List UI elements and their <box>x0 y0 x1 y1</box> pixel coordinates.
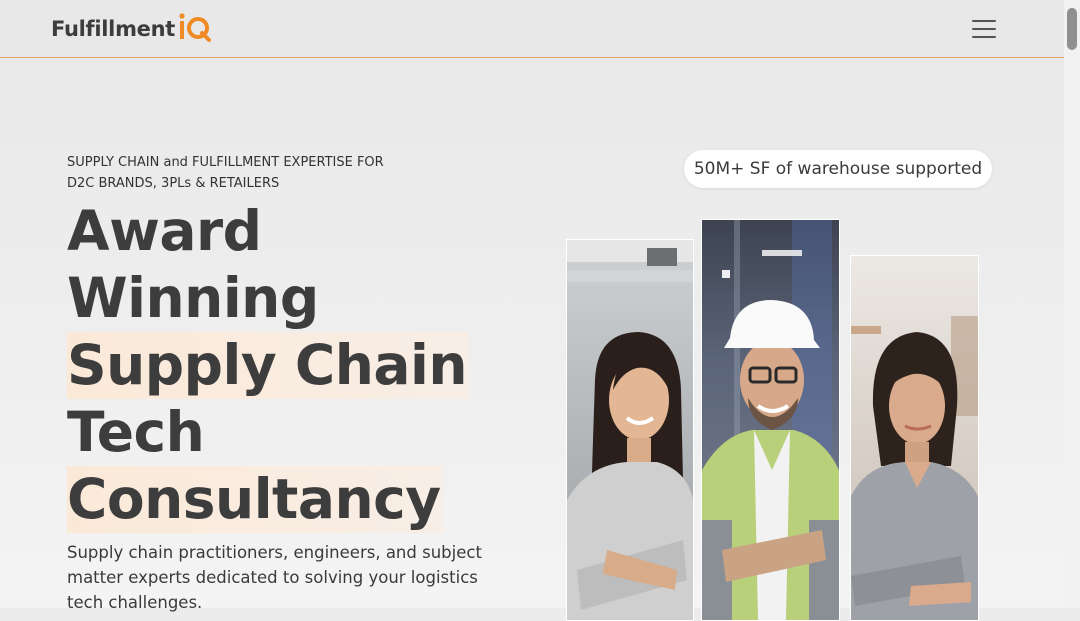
hero-section: SUPPLY CHAIN and FULFILLMENT EXPERTISE F… <box>0 58 1064 621</box>
photo-man-hard-hat <box>701 219 840 621</box>
photo-woman-short-hair <box>850 255 979 621</box>
hero-subtitle: Supply chain practitioners, engineers, a… <box>67 543 482 612</box>
headline-line-5: Consultancy <box>67 466 443 533</box>
page-scrollbar[interactable] <box>1064 0 1080 608</box>
eyebrow-line-2: D2C BRANDS, 3PLs & RETAILERS <box>67 176 280 191</box>
logo-wordmark: Fulfillment <box>51 17 175 41</box>
eyebrow-line-1: SUPPLY CHAIN and FULFILLMENT EXPERTISE F… <box>67 155 384 170</box>
photo-woman-long-hair <box>566 239 694 621</box>
headline-line-3: Supply Chain <box>67 332 470 399</box>
headline-line-2: Winning <box>67 266 319 330</box>
logo[interactable]: Fulfillment <box>51 13 214 45</box>
warehouse-stat-badge: 50M+ SF of warehouse supported <box>684 150 992 188</box>
hero-eyebrow: SUPPLY CHAIN and FULFILLMENT EXPERTISE F… <box>67 152 447 194</box>
site-header: Fulfillment <box>0 0 1064 58</box>
headline-line-4: Tech <box>67 400 205 464</box>
hamburger-menu-icon[interactable] <box>968 16 1000 42</box>
hero-headline: Award Winning Supply Chain Tech Consulta… <box>67 198 470 533</box>
headline-line-1: Award <box>67 199 262 263</box>
scrollbar-thumb[interactable] <box>1067 8 1077 50</box>
logo-iq-mark <box>178 12 214 46</box>
